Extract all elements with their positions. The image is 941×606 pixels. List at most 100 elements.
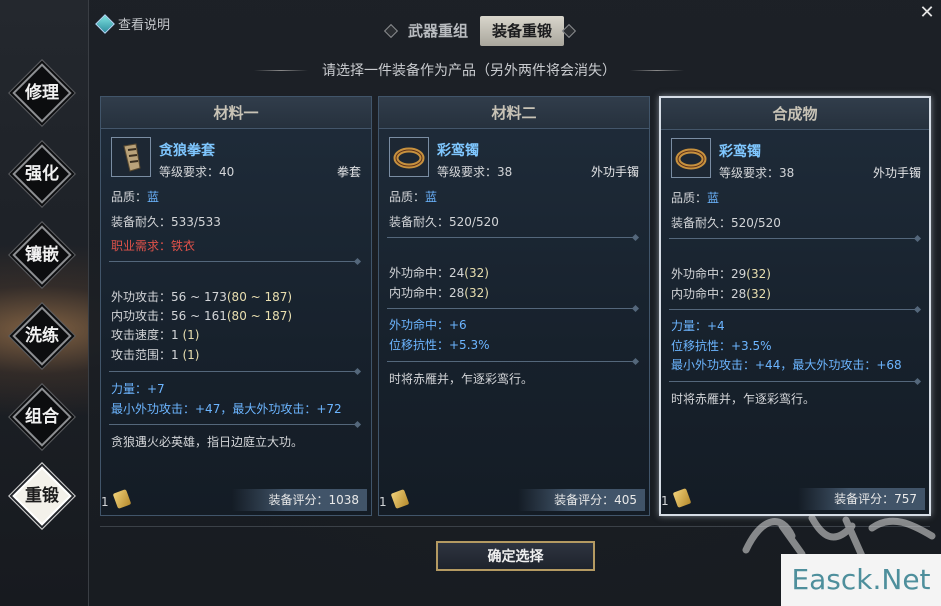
- quality-value: 蓝: [707, 191, 720, 205]
- stat-label: 外功命中：: [671, 267, 732, 281]
- menu-label: 重锻: [25, 486, 59, 506]
- stat-line: 攻击速度：1 (1): [111, 327, 199, 343]
- item-name: 彩鸾镯: [437, 143, 479, 159]
- item-type: 拳套: [336, 165, 361, 179]
- menu-inlay[interactable]: 镶嵌: [12, 225, 72, 285]
- top-tabs: 武器重组 装备重锻: [383, 15, 577, 47]
- stat-extra: (32): [746, 267, 771, 281]
- item-name: 彩鸾镯: [719, 144, 761, 160]
- menu-refine[interactable]: 洗练: [12, 306, 72, 366]
- item-description: 时将赤雁并，乍逐彩鸾行。: [671, 392, 816, 406]
- tab-right-diamond-icon: [561, 23, 577, 39]
- bracelet-icon[interactable]: [671, 138, 711, 178]
- gauntlet-icon[interactable]: [111, 137, 151, 177]
- stat-label: 外功攻击：: [111, 290, 172, 304]
- stat-label: 攻击范围：: [111, 348, 172, 362]
- divider: [109, 371, 357, 372]
- durability-line: 装备耐久：520/520: [389, 215, 499, 229]
- tab-equipment-reforge[interactable]: 装备重锻: [480, 16, 565, 46]
- item-level-requirement: 等级要求：38: [437, 165, 513, 179]
- material-panel-1[interactable]: 材料一 贪狼拳套 等级要求：40 拳套 品质：蓝 装备耐久：533/533 职业…: [100, 96, 372, 516]
- divider: [669, 309, 917, 310]
- scroll-icon: [112, 489, 132, 509]
- requirement-line: 职业需求：铁衣: [111, 238, 195, 254]
- quality-value: 蓝: [425, 190, 438, 204]
- menu-label: 组合: [25, 407, 59, 427]
- stat-label: 内功命中：: [389, 286, 450, 300]
- help-diamond-icon: [95, 13, 115, 34]
- quality-label: 品质：: [111, 190, 148, 204]
- menu-reforge[interactable]: 重锻: [12, 466, 72, 526]
- stat-line: 外功攻击：56 ~ 173(80 ~ 187): [111, 289, 292, 305]
- item-name: 贪狼拳套: [159, 143, 215, 159]
- stat-extra: (32): [746, 287, 771, 301]
- stat-value: 56 ~ 161: [171, 309, 227, 323]
- requirement-label: 职业需求：: [111, 239, 172, 253]
- stat-value: 56 ~ 173: [171, 290, 227, 304]
- durability-line: 装备耐久：533/533: [111, 215, 221, 229]
- stat-value: 28: [449, 286, 465, 300]
- material-panel-2[interactable]: 材料二 彩鸾镯 等级要求：38 外功手镯 品质：蓝 装备耐久：520/520 外…: [378, 96, 650, 516]
- instruction-text: 请选择一件装备作为产品（另外两件将会消失）: [322, 63, 616, 79]
- watermark: Easck.Net: [781, 554, 941, 606]
- item-description: 贪狼遇火必英雄，指日边庭立大功。: [111, 435, 304, 449]
- result-panel[interactable]: 合成物 彩鸾镯 等级要求：38 外功手镯 品质：蓝 装备耐久：520/520 外…: [659, 96, 931, 516]
- stat-value: 1: [171, 328, 179, 342]
- bonus-line: 位移抗性：+3.5%: [671, 339, 772, 353]
- stat-extra: (1): [182, 328, 200, 342]
- item-level-requirement: 等级要求：38: [719, 166, 795, 180]
- divider-left: [254, 69, 308, 71]
- item-description: 时将赤雁并，乍逐彩鸾行。: [389, 372, 534, 386]
- stat-line: 攻击范围：1 (1): [111, 347, 199, 363]
- stat-extra: (32): [464, 286, 489, 300]
- divider: [387, 237, 635, 238]
- item-type: 外功手镯: [590, 165, 639, 179]
- stat-value: 28: [731, 287, 747, 301]
- close-button[interactable]: ✕: [918, 4, 936, 22]
- stat-label: 内功命中：: [671, 287, 732, 301]
- help-link[interactable]: 查看说明: [95, 13, 171, 34]
- item-level-requirement: 等级要求：40: [159, 165, 235, 179]
- stat-value: 24: [449, 266, 465, 280]
- confirm-selection-button[interactable]: 确定选择: [436, 541, 595, 571]
- stat-value: 1: [171, 348, 179, 362]
- requirement-value: 铁衣: [171, 239, 196, 253]
- item-row: 贪狼拳套 等级要求：40 拳套: [111, 137, 361, 179]
- menu-label: 强化: [25, 164, 59, 184]
- item-count: 1: [101, 495, 109, 509]
- divider: [109, 424, 357, 425]
- equipment-score: 装备评分：405: [518, 489, 645, 511]
- menu-repair[interactable]: 修理: [12, 63, 72, 123]
- divider: [387, 308, 635, 309]
- menu-label: 修理: [25, 83, 59, 103]
- stat-extra: (32): [464, 266, 489, 280]
- stat-line: 内功命中：28(32): [389, 285, 489, 301]
- instruction-row: 请选择一件装备作为产品（另外两件将会消失）: [254, 60, 684, 80]
- panel-header: 材料一: [101, 97, 371, 129]
- stat-extra: (80 ~ 187): [226, 290, 293, 304]
- tab-weapon-recombine[interactable]: 武器重组: [396, 16, 480, 46]
- scroll-icon: [390, 489, 410, 509]
- stat-label: 外功命中：: [389, 266, 450, 280]
- menu-enhance[interactable]: 强化: [12, 144, 72, 204]
- stat-line: 外功命中：24(32): [389, 265, 489, 281]
- panel-footer: 1 装备评分：1038: [101, 489, 371, 515]
- item-row: 彩鸾镯 等级要求：38 外功手镯: [389, 137, 639, 179]
- scroll-icon: [672, 488, 692, 508]
- bonus-line: 外功命中：+6: [389, 318, 467, 332]
- help-label: 查看说明: [118, 18, 171, 33]
- quality-line: 品质：蓝: [671, 190, 719, 206]
- item-count: 1: [661, 494, 669, 508]
- bracelet-icon[interactable]: [389, 137, 429, 177]
- item-row: 彩鸾镯 等级要求：38 外功手镯: [671, 138, 921, 180]
- menu-combine[interactable]: 组合: [12, 387, 72, 447]
- stat-line: 内功攻击：56 ~ 161(80 ~ 187): [111, 308, 292, 324]
- divider: [387, 361, 635, 362]
- quality-label: 品质：: [389, 190, 426, 204]
- equipment-score: 装备评分：1038: [232, 489, 367, 511]
- bonus-line: 力量：+4: [671, 319, 725, 333]
- stat-extra: (1): [182, 348, 200, 362]
- close-icon: ✕: [919, 2, 935, 23]
- stat-label: 攻击速度：: [111, 328, 172, 342]
- panel-header: 材料二: [379, 97, 649, 129]
